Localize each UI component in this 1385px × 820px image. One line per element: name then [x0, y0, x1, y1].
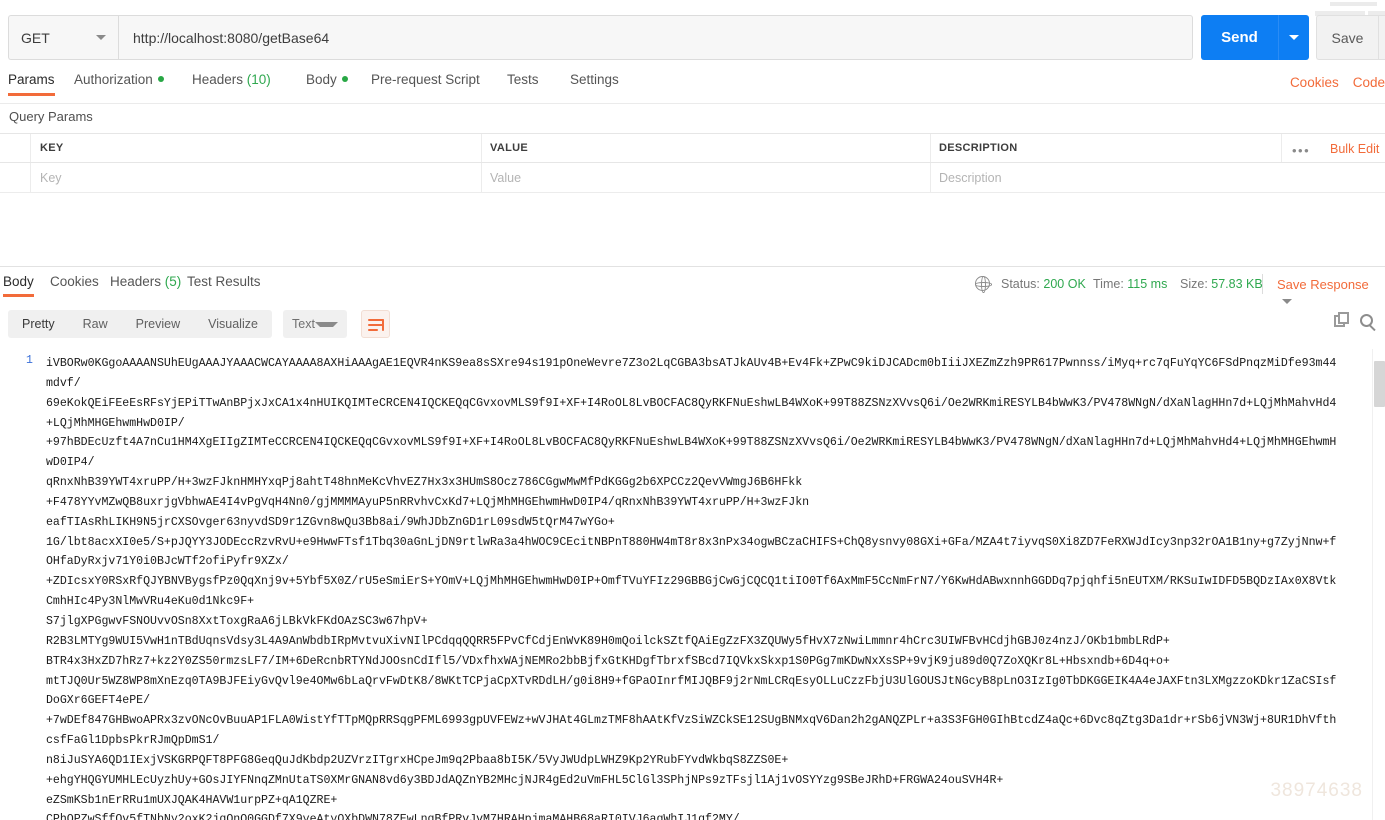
metrics-divider	[1262, 274, 1263, 294]
response-format-tabs: Pretty Raw Preview Visualize	[8, 310, 272, 338]
column-divider	[30, 134, 31, 162]
header-link-cookies[interactable]: Cookies	[1290, 75, 1339, 90]
chevron-down-icon	[1289, 35, 1299, 40]
tab-label: Headers	[192, 72, 244, 87]
size-value: 57.83 KB	[1211, 277, 1263, 291]
partial-tab-strip	[1315, 0, 1385, 16]
partial-tab-bar-1	[1330, 2, 1377, 6]
status-label: Status:	[1001, 277, 1040, 291]
request-tabs: Params Authorization Headers (10) Body Pre-r…	[0, 72, 1385, 104]
line-number: 1	[26, 354, 33, 367]
response-section-divider	[0, 266, 1385, 267]
globe-icon	[974, 275, 992, 293]
format-tab-preview[interactable]: Preview	[122, 310, 194, 338]
scrollbar-thumb[interactable]	[1374, 361, 1385, 407]
header-link-code[interactable]: Code	[1353, 75, 1385, 90]
format-tab-raw[interactable]: Raw	[69, 310, 122, 338]
tab-count-badge: (10)	[243, 72, 271, 87]
response-tab-headers[interactable]: Headers (5)	[110, 274, 181, 297]
time-label: Time:	[1093, 277, 1124, 291]
column-divider	[30, 163, 31, 192]
column-header-key: KEY	[40, 142, 64, 154]
tab-count-badge: (5)	[161, 274, 182, 289]
size-label: Size:	[1180, 277, 1208, 291]
tab-label: Pre-request Script	[371, 72, 480, 87]
watermark: 38974638	[1270, 780, 1363, 801]
chevron-down-icon	[1282, 299, 1292, 304]
tab-label: Headers	[110, 274, 162, 289]
query-params-table: KEY VALUE DESCRIPTION ••• Bulk Edit Key …	[0, 133, 1385, 193]
wrap-lines-button[interactable]	[361, 310, 390, 338]
request-url-row: GET http://localhost:8080/getBase64 Send…	[8, 15, 1385, 60]
save-response-label: Save Response	[1277, 277, 1369, 292]
tab-label: Authorization	[74, 72, 153, 87]
description-input[interactable]: Description	[939, 171, 1002, 185]
request-tab-tests[interactable]: Tests	[507, 72, 539, 96]
query-params-title: Query Params	[9, 109, 93, 124]
column-divider	[1281, 134, 1282, 162]
table-row[interactable]: Key Value Description	[0, 163, 1385, 193]
request-tabs-divider	[0, 103, 1385, 104]
tab-label: Body	[3, 274, 34, 289]
request-tab-pre-request-script[interactable]: Pre-request Script	[371, 72, 480, 96]
status-metric: Status: 200 OK	[1001, 277, 1086, 291]
save-response-button[interactable]: Save Response	[1277, 277, 1385, 307]
response-tabs: Body Cookies Headers (5) Test Results	[0, 274, 1385, 302]
request-tab-params[interactable]: Params	[8, 72, 55, 96]
tab-label: Test Results	[187, 274, 261, 289]
send-options-button[interactable]	[1278, 15, 1309, 60]
column-header-description: DESCRIPTION	[939, 142, 1018, 154]
column-divider	[930, 134, 931, 162]
response-tab-cookies[interactable]: Cookies	[50, 274, 99, 297]
tab-status-dot-icon	[341, 76, 348, 82]
status-value: 200 OK	[1043, 277, 1086, 291]
format-tab-pretty[interactable]: Pretty	[8, 310, 69, 338]
request-tab-authorization[interactable]: Authorization	[74, 72, 164, 96]
column-divider	[481, 134, 482, 162]
url-value: http://localhost:8080/getBase64	[133, 29, 330, 46]
wrap-line-3	[368, 329, 378, 331]
column-divider	[481, 163, 482, 192]
request-tab-headers[interactable]: Headers (10)	[192, 72, 271, 96]
response-scrollbar[interactable]	[1372, 349, 1385, 820]
url-input[interactable]: http://localhost:8080/getBase64	[118, 15, 1193, 60]
chevron-down-icon	[314, 321, 338, 327]
save-button[interactable]: Save	[1316, 15, 1378, 60]
tab-label: Settings	[570, 72, 619, 87]
http-method-label: GET	[21, 29, 50, 46]
value-input[interactable]: Value	[490, 171, 521, 185]
request-header-links: Cookies Code	[1276, 75, 1385, 90]
request-tab-body[interactable]: Body	[306, 72, 348, 96]
tab-label: Body	[306, 72, 337, 87]
postman-window: GET http://localhost:8080/getBase64 Send…	[0, 0, 1385, 820]
response-tab-test-results[interactable]: Test Results	[187, 274, 261, 297]
response-body-viewer[interactable]: 1 iVBORw0KGgoAAAANSUhEUgAAAJYAAACWCAYAAA…	[0, 349, 1385, 820]
query-params-more-options-button[interactable]: •••	[1292, 143, 1310, 158]
tab-status-dot-icon	[157, 76, 164, 82]
tab-label: Params	[8, 72, 55, 87]
chevron-down-icon	[96, 35, 106, 40]
tab-label: Tests	[507, 72, 539, 87]
column-header-value: VALUE	[490, 142, 528, 154]
request-tab-settings[interactable]: Settings	[570, 72, 619, 96]
bulk-edit-button[interactable]: Bulk Edit	[1330, 142, 1379, 156]
search-icon[interactable]	[1360, 314, 1373, 327]
wrap-arrow	[382, 319, 384, 331]
query-params-header-row: KEY VALUE DESCRIPTION ••• Bulk Edit	[0, 133, 1385, 163]
http-method-dropdown[interactable]: GET	[8, 15, 118, 60]
format-tab-visualize[interactable]: Visualize	[194, 310, 272, 338]
time-value: 115 ms	[1127, 277, 1168, 291]
copy-icon-front	[1338, 312, 1349, 324]
response-type-dropdown[interactable]: Text	[283, 310, 347, 338]
time-metric: Time: 115 ms	[1093, 277, 1167, 291]
send-button[interactable]: Send	[1201, 15, 1278, 60]
save-options-button[interactable]	[1378, 15, 1385, 60]
response-body-text: iVBORw0KGgoAAAANSUhEUgAAAJYAAACWCAYAAAA8…	[46, 357, 1337, 820]
column-divider	[930, 163, 931, 192]
response-tab-body[interactable]: Body	[3, 274, 34, 297]
key-input[interactable]: Key	[40, 171, 62, 185]
response-type-label: Text	[292, 317, 315, 331]
tab-label: Cookies	[50, 274, 99, 289]
size-metric: Size: 57.83 KB	[1180, 277, 1263, 291]
